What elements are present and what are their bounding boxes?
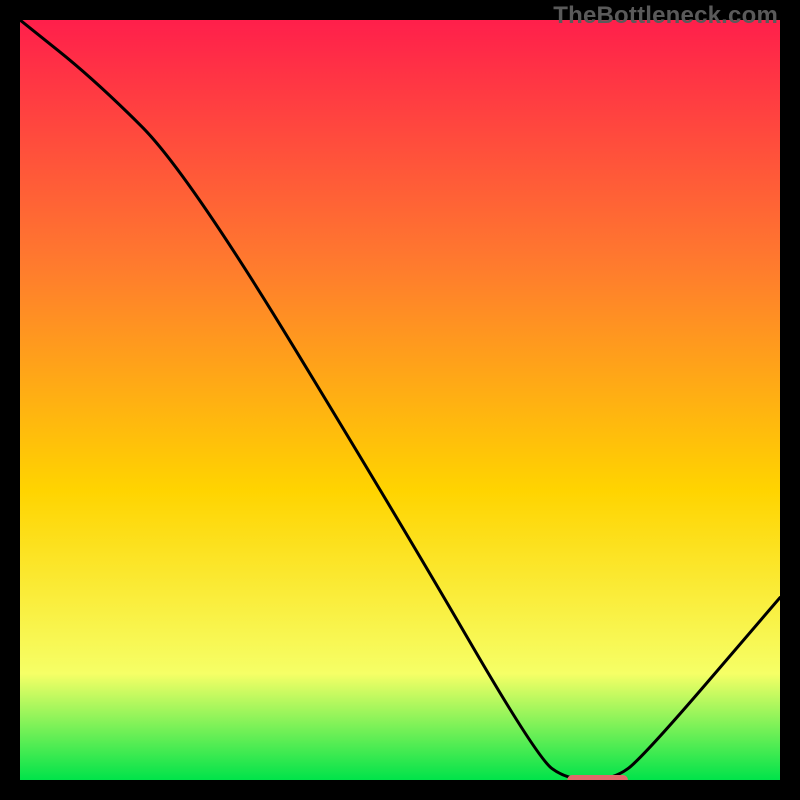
- gradient-background: [20, 20, 780, 780]
- optimal-range-marker: [567, 775, 628, 780]
- bottleneck-chart: [20, 20, 780, 780]
- watermark-text: TheBottleneck.com: [553, 2, 778, 30]
